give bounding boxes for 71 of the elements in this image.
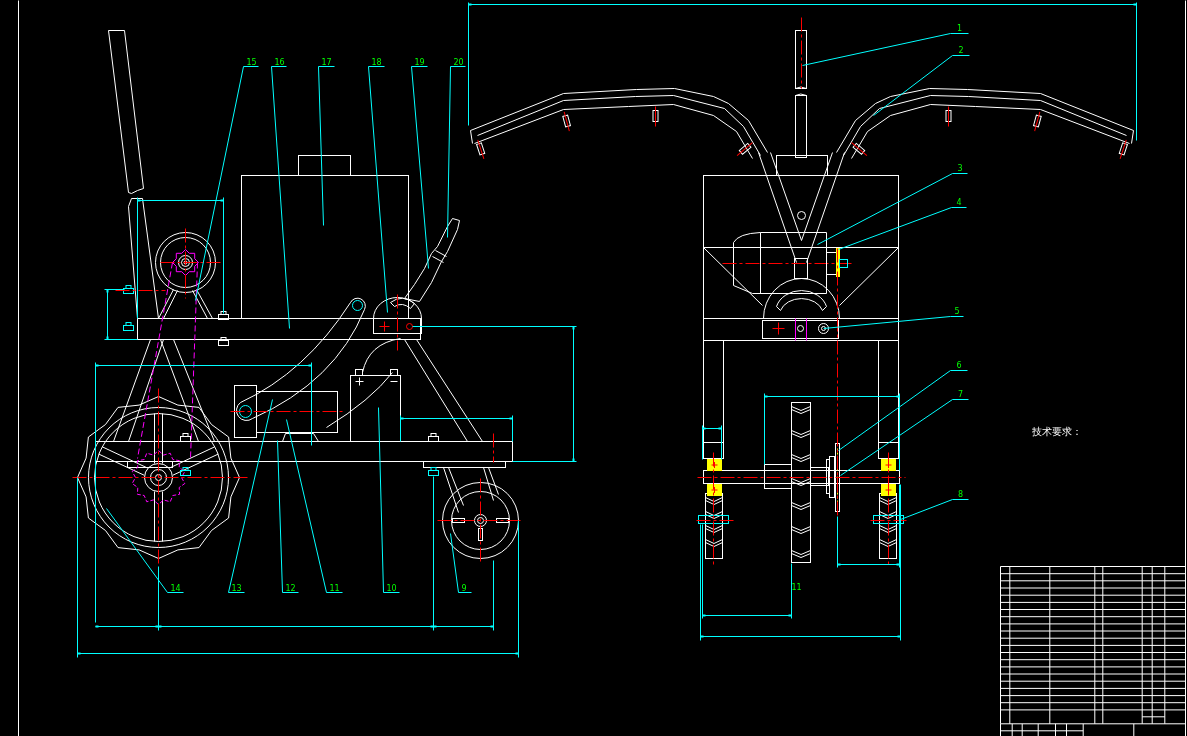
chain-sprocket (826, 443, 840, 512)
callout-number: 13 (231, 583, 242, 593)
bolt (180, 433, 191, 442)
bearing-block (707, 484, 722, 496)
bolt (123, 322, 134, 331)
axle-hub (810, 467, 829, 486)
center-line (493, 433, 494, 463)
bolt (123, 285, 134, 294)
side-wheel (698, 493, 729, 559)
pivot-bracket (373, 297, 422, 334)
pin (795, 318, 807, 341)
callout-number: 20 (453, 57, 464, 67)
callout-number: 5 (954, 306, 960, 316)
spray-nozzle (652, 106, 659, 127)
hose (362, 338, 401, 373)
wheel-sprocket (131, 450, 186, 505)
bolt (180, 467, 191, 476)
spray-nozzle (1033, 111, 1042, 132)
callout-number: 11 (791, 582, 802, 592)
callout-number: 3 (957, 163, 963, 173)
callout-number: 18 (371, 57, 382, 67)
callout-number: 8 (957, 489, 964, 499)
spray-nozzle (1118, 139, 1128, 160)
center-line (115, 290, 166, 291)
leader-line (450, 533, 472, 593)
bolt (428, 467, 439, 476)
pivot-pin (352, 300, 363, 311)
callout-number: 1 (956, 23, 963, 33)
mounting-plate (127, 461, 173, 468)
bolt (428, 433, 439, 442)
shaft-coupling (826, 248, 848, 277)
spray-nozzle (851, 142, 868, 157)
callout-number: 4 (956, 197, 962, 207)
spray-nozzle (945, 106, 952, 127)
dimension-line (702, 425, 722, 460)
callout-number: 7 (957, 389, 964, 399)
callout-number: 6 (956, 360, 962, 370)
bearing-block (881, 459, 896, 471)
motor-mount (282, 433, 319, 442)
pin (818, 323, 829, 334)
center-mark (379, 321, 390, 332)
spray-nozzle (476, 139, 486, 160)
leader-line (900, 499, 969, 520)
callout-number: 16 (274, 57, 285, 67)
callout-number: 12 (285, 583, 296, 593)
callout-number: 10 (386, 583, 397, 593)
pivot-pin (239, 405, 252, 418)
sprocket-pulley (155, 232, 216, 293)
side-wheel (873, 493, 904, 559)
callout-number: 14 (170, 583, 181, 593)
bearing-block (707, 459, 722, 471)
callout-number: 19 (414, 57, 425, 67)
center-line (397, 294, 398, 351)
bolt (218, 311, 229, 320)
bolt (218, 337, 229, 346)
pulley-support (158, 289, 213, 319)
pin (406, 323, 413, 330)
notes-heading: 技术要求： (1031, 425, 1082, 437)
axle-hub (764, 464, 792, 489)
caster-fork (443, 467, 499, 513)
spray-nozzle (562, 111, 571, 132)
center-mark (772, 322, 785, 335)
callout-number: 2 (958, 45, 964, 55)
bearing-block (881, 484, 896, 496)
cable (326, 372, 393, 428)
center-line (801, 17, 802, 89)
spray-nozzle (736, 142, 753, 157)
callout-number: 9 (461, 583, 467, 593)
callout-number: 11 (329, 583, 340, 593)
callout-number: 15 (246, 57, 257, 67)
callout-number: 17 (321, 57, 332, 67)
